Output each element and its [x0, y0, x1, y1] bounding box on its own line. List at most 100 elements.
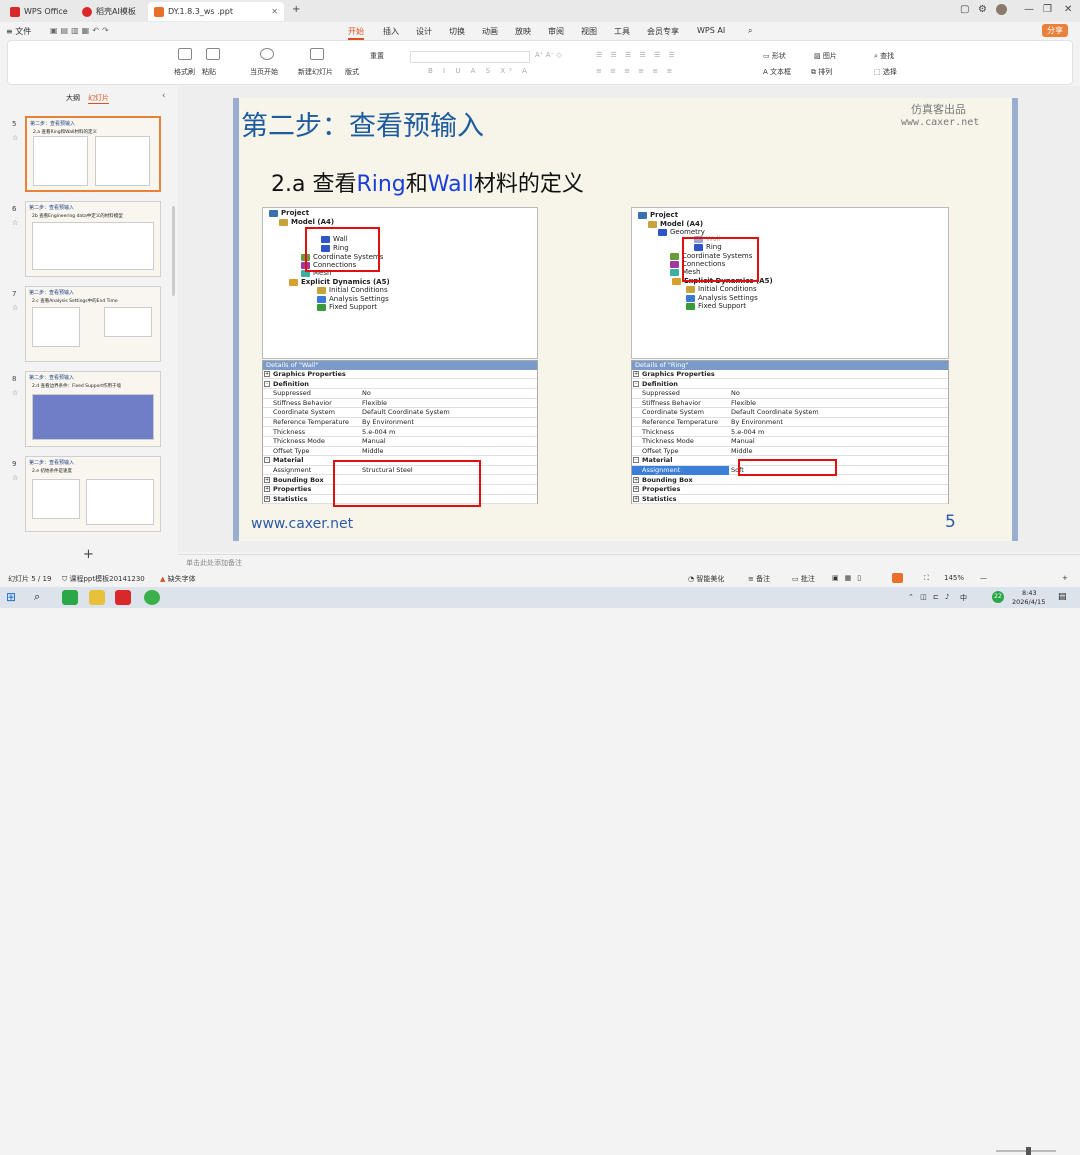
menu-home[interactable]: 开始	[348, 26, 364, 40]
details-row[interactable]: + Properties	[632, 485, 948, 495]
template-indicator[interactable]: ⛉ 课程ppt模板20141230	[62, 574, 145, 584]
zoom-slider-handle[interactable]	[1026, 1147, 1031, 1155]
paste-button[interactable]: 粘贴	[202, 67, 216, 77]
share-button[interactable]: 分享	[1042, 24, 1068, 37]
wechat-icon[interactable]	[62, 590, 78, 605]
quick-access-icons[interactable]: ▣▤▥▦↶↷	[50, 26, 112, 35]
app-icon[interactable]	[144, 590, 160, 605]
expand-icon[interactable]: +	[264, 371, 270, 377]
slides-tab[interactable]: 幻灯片	[88, 93, 109, 104]
search-icon[interactable]: ⌕	[748, 26, 752, 36]
collapse-panel-icon[interactable]: ‹	[162, 91, 166, 101]
details-row[interactable]: Reference Temperature By Environment	[632, 418, 948, 428]
details-row[interactable]: - Definition	[632, 380, 948, 389]
comments-button[interactable]: ▭ 批注	[792, 574, 815, 584]
details-row[interactable]: Thickness Mode Manual	[263, 437, 537, 447]
view-mode-buttons[interactable]: ▣▦▯	[832, 574, 867, 582]
slide-thumb-7[interactable]: 第二步：查看预输入 2.c 查看Analysis Settings中的End T…	[25, 286, 161, 362]
font-name-select[interactable]	[410, 51, 530, 63]
font-style-buttons[interactable]: B I U A S X² A	[428, 67, 531, 75]
close-tab-icon[interactable]: ✕	[271, 7, 278, 16]
maximize-icon[interactable]: ❐	[1043, 4, 1052, 15]
collapse-icon[interactable]: -	[264, 380, 270, 387]
from-current-button[interactable]: 当页开始	[250, 67, 278, 77]
textbox-button[interactable]: A 文本框	[763, 67, 791, 77]
details-row[interactable]: + Graphics Properties	[632, 370, 948, 380]
add-slide-button[interactable]: +	[83, 547, 94, 562]
collapse-icon[interactable]: -	[633, 457, 639, 464]
search-icon[interactable]: ⌕	[34, 590, 50, 605]
slide-thumb-8[interactable]: 第二步：查看预输入 2.d 查看边界条件：Fixed Support作用于墙	[25, 371, 161, 447]
wps-icon[interactable]	[115, 590, 131, 605]
layout-button[interactable]: 版式	[345, 67, 359, 77]
details-row[interactable]: Stiffness Behavior Flexible	[632, 399, 948, 409]
paste-icon[interactable]	[206, 48, 220, 60]
details-row[interactable]: Thickness 5.e-004 m	[632, 428, 948, 437]
arrange-button[interactable]: ⧉ 排列	[811, 67, 832, 77]
menu-member[interactable]: 会员专享	[647, 26, 679, 37]
details-row[interactable]: Reference Temperature By Environment	[263, 418, 537, 428]
details-row[interactable]: Offset Type Middle	[632, 447, 948, 457]
smart-beautify-button[interactable]: ◔ 智能美化	[688, 574, 724, 584]
slide-canvas[interactable]: 第二步：查看预输入 仿真客出品 www.caxer.net 2.a 查看Ring…	[233, 98, 1018, 541]
zoom-in-button[interactable]: +	[1062, 574, 1068, 582]
select-button[interactable]: ⬚ 选择	[874, 67, 897, 77]
file-explorer-icon[interactable]	[89, 590, 105, 605]
align-buttons[interactable]: ≡ ≡ ≡ ≡ ≡ ≡	[596, 67, 675, 75]
thumbnail-scrollbar[interactable]	[172, 206, 175, 296]
menu-design[interactable]: 设计	[416, 26, 432, 37]
menu-slideshow[interactable]: 放映	[515, 26, 531, 37]
details-row[interactable]: Suppressed No	[632, 389, 948, 399]
slideshow-button[interactable]	[892, 573, 903, 583]
details-row[interactable]: Offset Type Middle	[263, 447, 537, 457]
notes-button[interactable]: ≡ 备注	[748, 574, 770, 584]
details-row[interactable]: + Statistics	[632, 495, 948, 505]
layout-icon[interactable]: ▢	[960, 4, 969, 15]
details-row[interactable]: + Graphics Properties	[263, 370, 537, 380]
expand-icon[interactable]: +	[264, 486, 270, 493]
details-row[interactable]: Stiffness Behavior Flexible	[263, 399, 537, 409]
shape-button[interactable]: ▭ 形状	[763, 51, 786, 61]
menu-animation[interactable]: 动画	[482, 26, 498, 37]
details-row[interactable]: + Bounding Box	[632, 476, 948, 485]
menu-view[interactable]: 视图	[581, 26, 597, 37]
notes-area[interactable]: 单击此处添加备注	[178, 554, 1080, 570]
notification-badge[interactable]: 22	[992, 591, 1004, 603]
start-icon[interactable]: ⊞	[6, 590, 22, 605]
details-row[interactable]: Thickness Mode Manual	[632, 437, 948, 447]
details-row[interactable]: Coordinate System Default Coordinate Syst…	[632, 408, 948, 418]
ime-indicator[interactable]: 中	[960, 593, 967, 603]
tab-document[interactable]: DY.1.8.3_ws .ppt ✕	[148, 2, 284, 21]
outline-tab[interactable]: 大纲	[66, 93, 80, 103]
slide-thumb-9[interactable]: 第二步：查看预输入 2.e 初始条件是速度	[25, 456, 161, 532]
picture-button[interactable]: ▨ 图片	[814, 51, 837, 61]
paragraph-buttons[interactable]: ☰ ☰ ☰ ☰ ☰ ☰	[596, 51, 678, 59]
expand-icon[interactable]: +	[633, 486, 639, 493]
menu-wps-ai[interactable]: WPS AI	[697, 26, 725, 35]
new-slide-icon[interactable]	[310, 48, 324, 60]
collapse-icon[interactable]: -	[633, 380, 639, 387]
menu-tools[interactable]: 工具	[614, 26, 630, 37]
fit-icon[interactable]: ⛶	[924, 574, 929, 583]
expand-icon[interactable]: +	[264, 495, 270, 502]
font-size-buttons[interactable]: A⁺ A⁻ ◇	[535, 51, 562, 59]
menu-transition[interactable]: 切换	[449, 26, 465, 37]
play-icon[interactable]	[260, 48, 274, 60]
find-button[interactable]: ⌕ 查找	[874, 51, 894, 61]
details-row[interactable]: Suppressed No	[263, 389, 537, 399]
tray-icons[interactable]: ⌃ ◫ ⊏ ♪	[908, 593, 952, 601]
expand-icon[interactable]: +	[633, 371, 639, 377]
details-row[interactable]: - Definition	[263, 380, 537, 389]
expand-icon[interactable]: +	[633, 476, 639, 483]
zoom-out-button[interactable]: —	[980, 574, 987, 582]
menu-review[interactable]: 审阅	[548, 26, 564, 37]
new-tab-icon[interactable]: +	[292, 4, 300, 15]
slide-thumb-6[interactable]: 第二步：查看预输入 2b 查看Engineering data中定义的材料模型	[25, 201, 161, 277]
notification-center-icon[interactable]: ▤	[1058, 592, 1067, 602]
zoom-level[interactable]: 145%	[944, 574, 964, 582]
format-brush-icon[interactable]	[178, 48, 192, 60]
close-window-icon[interactable]: ✕	[1064, 4, 1072, 15]
expand-icon[interactable]: +	[264, 476, 270, 483]
format-brush-button[interactable]: 格式刷	[174, 67, 195, 77]
minimize-icon[interactable]: —	[1024, 4, 1034, 15]
